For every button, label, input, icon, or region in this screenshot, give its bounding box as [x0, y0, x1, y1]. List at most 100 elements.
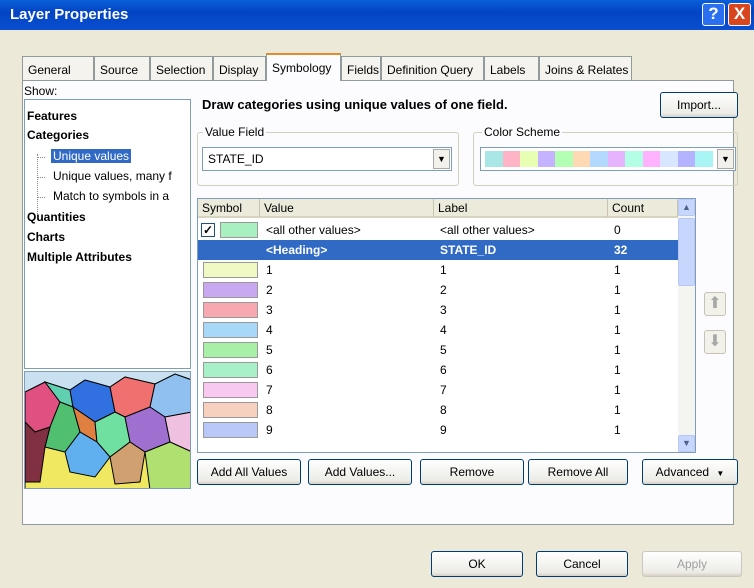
color-ramp-swatch — [677, 151, 696, 167]
color-ramp-swatch — [660, 151, 678, 167]
cell-label: 3 — [440, 303, 447, 317]
tab-labels[interactable]: Labels — [484, 56, 539, 80]
tab-fields[interactable]: Fields — [341, 56, 381, 80]
cell-count: 1 — [614, 323, 621, 337]
tab-source[interactable]: Source — [94, 56, 150, 80]
grid-scrollbar[interactable]: ▲ ▼ — [678, 199, 695, 452]
value-field-value: STATE_ID — [208, 152, 264, 166]
heading-row[interactable]: <Heading> STATE_ID 32 — [198, 240, 678, 260]
chevron-down-icon[interactable]: ▼ — [433, 149, 450, 169]
dropdown-arrow-icon: ▼ — [716, 469, 725, 478]
table-row[interactable]: 5 5 1 — [198, 340, 678, 360]
symbol-swatch[interactable] — [203, 302, 258, 318]
cell-count: 1 — [614, 303, 621, 317]
tree-item-multiple-attributes[interactable]: Multiple Attributes — [27, 250, 132, 264]
chevron-down-icon[interactable]: ▼ — [717, 149, 734, 169]
symbol-swatch[interactable] — [203, 322, 258, 338]
add-all-values-button[interactable]: Add All Values — [197, 459, 301, 485]
import-button[interactable]: Import... — [660, 92, 738, 118]
column-header-symbol[interactable]: Symbol — [198, 199, 260, 218]
table-row[interactable]: 6 6 1 — [198, 360, 678, 380]
tab-display[interactable]: Display — [213, 56, 266, 80]
tree-item-charts[interactable]: Charts — [27, 230, 65, 244]
table-row[interactable]: 7 7 1 — [198, 380, 678, 400]
color-ramp-swatch — [485, 151, 503, 167]
symbol-swatch[interactable] — [203, 362, 258, 378]
color-ramp-swatch — [572, 151, 591, 167]
cell-value: 6 — [266, 363, 273, 377]
cell-label: STATE_ID — [440, 243, 497, 257]
tree-item-quantities[interactable]: Quantities — [27, 210, 86, 224]
cell-label: 4 — [440, 323, 447, 337]
tab-general[interactable]: General — [22, 56, 94, 80]
tree-item-unique-values[interactable]: Unique values — [51, 149, 132, 163]
symbol-swatch[interactable] — [203, 422, 258, 438]
ok-button[interactable]: OK — [431, 551, 523, 577]
tree-item-unique-values-many[interactable]: Unique values, many f — [53, 169, 172, 183]
tree-item-features[interactable]: Features — [27, 109, 77, 123]
remove-button[interactable]: Remove — [420, 459, 524, 485]
cell-count: 1 — [614, 343, 621, 357]
apply-button[interactable]: Apply — [642, 551, 742, 577]
tab-selection[interactable]: Selection — [150, 56, 213, 80]
table-row[interactable]: 4 4 1 — [198, 320, 678, 340]
table-row[interactable]: 9 9 1 — [198, 420, 678, 440]
values-grid: Symbol Value Label Count ✓ <all other val… — [197, 198, 696, 453]
cell-count: 0 — [614, 223, 621, 237]
title-bar: Layer Properties ? X — [0, 0, 754, 30]
move-down-icon[interactable]: ⬇ — [704, 330, 726, 354]
checkbox-icon[interactable]: ✓ — [201, 223, 215, 237]
cell-value: 7 — [266, 383, 273, 397]
remove-all-button[interactable]: Remove All — [528, 459, 628, 485]
table-row[interactable]: 8 8 1 — [198, 400, 678, 420]
preview-map — [24, 371, 191, 489]
cell-count: 1 — [614, 383, 621, 397]
cell-value: 1 — [266, 263, 273, 277]
cell-value: 9 — [266, 423, 273, 437]
color-ramp-swatch — [607, 151, 626, 167]
scroll-up-icon[interactable]: ▲ — [678, 199, 695, 216]
cell-value: 4 — [266, 323, 273, 337]
scroll-thumb[interactable] — [678, 218, 695, 286]
window-title: Layer Properties — [10, 6, 129, 23]
close-button[interactable]: X — [728, 3, 751, 26]
help-button[interactable]: ? — [702, 3, 725, 26]
column-header-value[interactable]: Value — [260, 199, 434, 218]
cell-label: 2 — [440, 283, 447, 297]
color-ramp-swatch — [695, 151, 713, 167]
symbol-swatch[interactable] — [203, 382, 258, 398]
color-ramp-swatch — [625, 151, 643, 167]
scroll-down-icon[interactable]: ▼ — [678, 435, 695, 452]
column-header-count[interactable]: Count — [608, 199, 678, 218]
add-values-button[interactable]: Add Values... — [308, 459, 412, 485]
advanced-button[interactable]: Advanced ▼ — [642, 459, 738, 485]
table-row[interactable]: 3 3 1 — [198, 300, 678, 320]
symbol-swatch[interactable] — [220, 222, 258, 238]
cancel-button[interactable]: Cancel — [536, 551, 628, 577]
symbology-description: Draw categories using unique values of o… — [202, 97, 508, 112]
symbol-swatch[interactable] — [203, 342, 258, 358]
layer-properties-dialog: Layer Properties ? X General Source Select… — [0, 0, 754, 588]
tree-item-categories[interactable]: Categories — [27, 128, 89, 142]
cell-value: 5 — [266, 343, 273, 357]
value-field-select[interactable]: STATE_ID ▼ — [202, 147, 452, 171]
symbol-swatch[interactable] — [203, 402, 258, 418]
tab-joins-relates[interactable]: Joins & Relates — [539, 56, 632, 80]
table-row[interactable]: 1 1 1 — [198, 260, 678, 280]
table-row[interactable]: ✓ <all other values> <all other values> 0 — [198, 220, 678, 240]
cell-value: 2 — [266, 283, 273, 297]
tree-item-match-to-symbols[interactable]: Match to symbols in a — [53, 189, 169, 203]
cell-label: 5 — [440, 343, 447, 357]
cell-count: 1 — [614, 283, 621, 297]
cell-value: 3 — [266, 303, 273, 317]
table-row[interactable]: 2 2 1 — [198, 280, 678, 300]
tab-definition-query[interactable]: Definition Query — [381, 56, 484, 80]
move-up-icon[interactable]: ⬆ — [704, 292, 726, 316]
cell-label: 8 — [440, 403, 447, 417]
symbol-swatch[interactable] — [203, 282, 258, 298]
color-ramp-swatch — [590, 151, 608, 167]
column-header-label[interactable]: Label — [434, 199, 608, 218]
symbol-swatch[interactable] — [203, 262, 258, 278]
tab-symbology[interactable]: Symbology — [266, 53, 341, 81]
color-scheme-select[interactable]: ▼ — [480, 147, 736, 171]
